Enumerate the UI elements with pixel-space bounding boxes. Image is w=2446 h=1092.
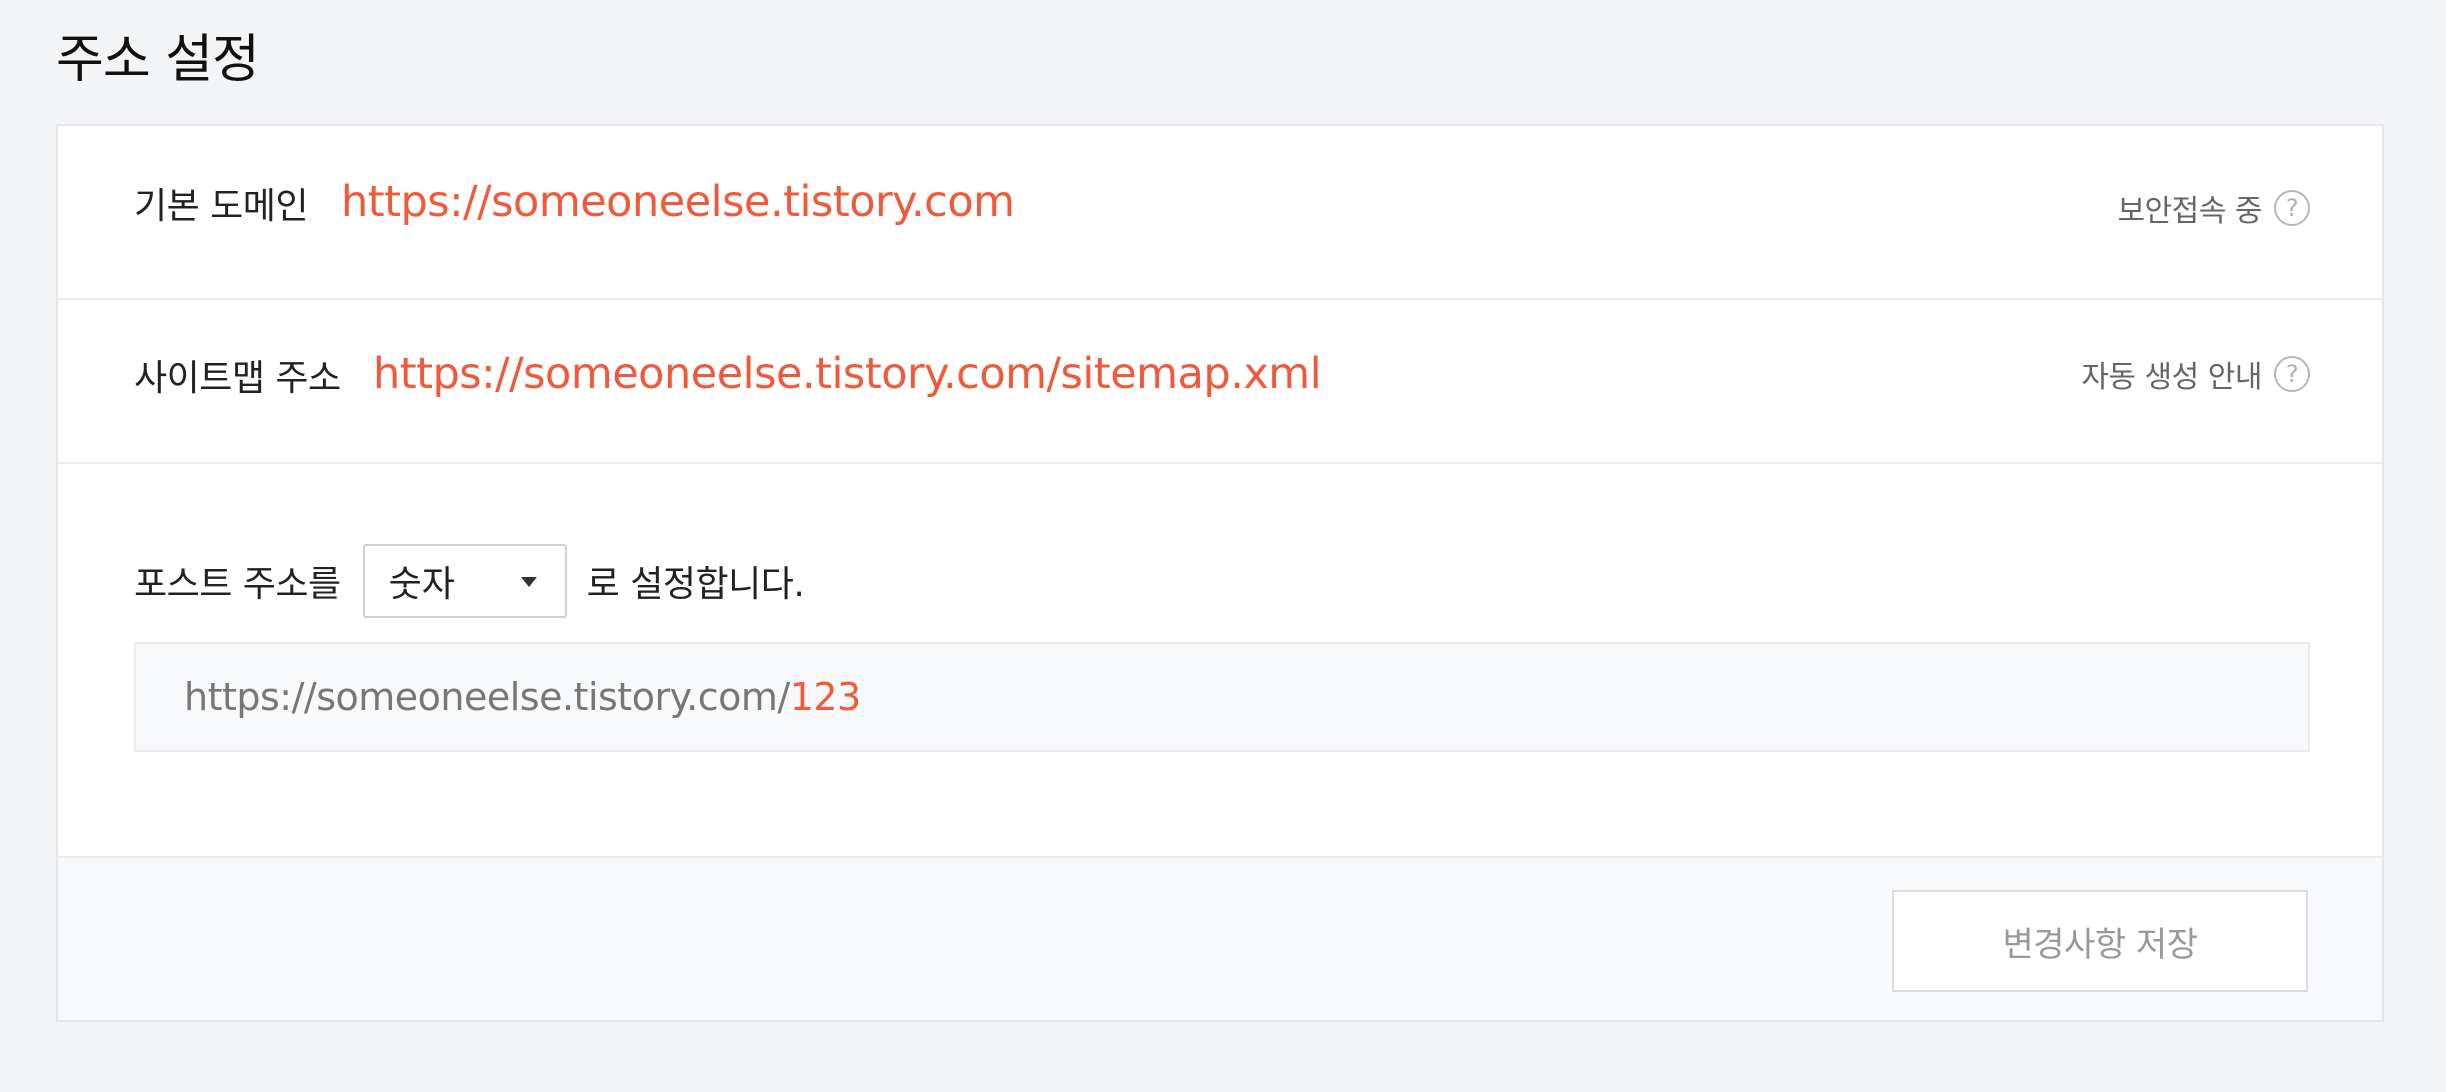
- preview-post-id: 123: [789, 675, 862, 719]
- post-address-line: 포스트 주소를 숫자 로 설정합니다.: [134, 544, 805, 618]
- page-title: 주소 설정: [56, 30, 260, 90]
- domain-row: 기본 도메인 https://someoneelse.tistory.com 보…: [58, 126, 2382, 300]
- post-address-prefix: 포스트 주소를: [134, 564, 341, 605]
- question-circle-icon[interactable]: ?: [2274, 356, 2310, 392]
- sitemap-row: 사이트맵 주소 https://someoneelse.tistory.com/…: [58, 300, 2382, 464]
- sitemap-help-text: 자동 생성 안내: [2081, 360, 2262, 395]
- sitemap-label: 사이트맵 주소: [134, 358, 341, 399]
- secure-connection-text: 보안접속 중: [2117, 194, 2262, 229]
- chevron-down-icon: [520, 577, 537, 587]
- domain-value: https://someoneelse.tistory.com: [341, 177, 1015, 227]
- post-address-section: 포스트 주소를 숫자 로 설정합니다. https://someoneelse.…: [58, 464, 2382, 856]
- post-address-suffix: 로 설정합니다.: [586, 564, 805, 605]
- sitemap-value: https://someoneelse.tistory.com/sitemap.…: [373, 349, 1322, 399]
- sitemap-auto-generation-help[interactable]: 자동 생성 안내 ?: [2081, 352, 2310, 396]
- post-address-format-select[interactable]: 숫자: [362, 544, 567, 618]
- panel-footer: 변경사항 저장: [58, 856, 2382, 1020]
- secure-connection-help[interactable]: 보안접속 중 ?: [2117, 186, 2310, 230]
- post-address-preview: https://someoneelse.tistory.com/123: [134, 642, 2310, 752]
- domain-label: 기본 도메인: [134, 186, 309, 227]
- preview-base-url: https://someoneelse.tistory.com/: [184, 675, 790, 719]
- save-changes-button[interactable]: 변경사항 저장: [1892, 890, 2308, 992]
- post-address-format-value: 숫자: [388, 564, 455, 605]
- address-settings-panel: 기본 도메인 https://someoneelse.tistory.com 보…: [56, 124, 2384, 1022]
- question-circle-icon[interactable]: ?: [2274, 190, 2310, 226]
